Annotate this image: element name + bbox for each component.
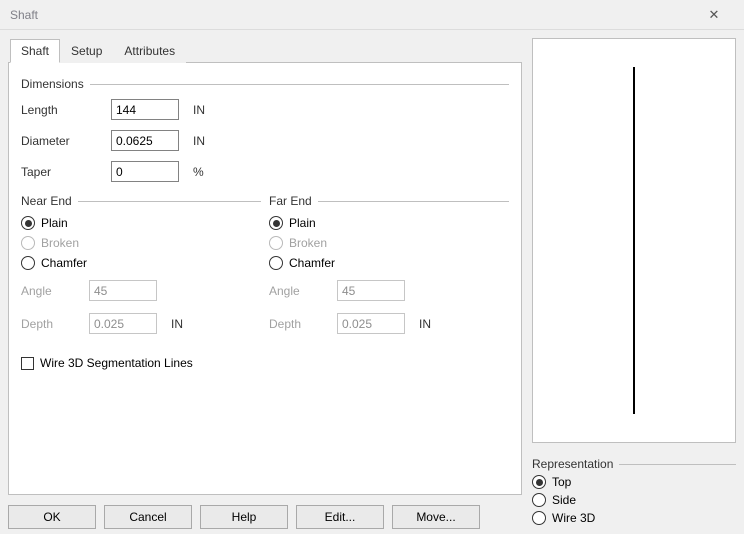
close-icon[interactable]: ✕: [694, 7, 734, 23]
radio-icon: [21, 216, 35, 230]
group-representation-label: Representation: [532, 457, 613, 471]
near-depth-input: [89, 313, 157, 334]
far-broken-label: Broken: [289, 236, 327, 250]
radio-icon: [532, 475, 546, 489]
near-chamfer-radio[interactable]: Chamfer: [21, 256, 261, 270]
far-depth-label: Depth: [269, 317, 329, 331]
divider: [619, 464, 736, 465]
ok-button-label: OK: [43, 510, 60, 524]
rep-wire3d-label: Wire 3D: [552, 511, 595, 525]
near-angle-label: Angle: [21, 284, 81, 298]
divider: [78, 201, 261, 202]
far-angle-label: Angle: [269, 284, 329, 298]
near-plain-radio[interactable]: Plain: [21, 216, 261, 230]
far-angle-input: [337, 280, 405, 301]
far-plain-label: Plain: [289, 216, 316, 230]
near-depth-unit: IN: [171, 317, 201, 331]
tab-attributes-label: Attributes: [124, 44, 175, 58]
tab-shaft-label: Shaft: [21, 44, 49, 58]
preview-pane: [532, 38, 736, 443]
near-plain-label: Plain: [41, 216, 68, 230]
wire3d-segmentation-checkbox[interactable]: Wire 3D Segmentation Lines: [21, 356, 509, 370]
rep-wire3d-radio[interactable]: Wire 3D: [532, 511, 736, 525]
taper-input[interactable]: [111, 161, 179, 182]
edit-button[interactable]: Edit...: [296, 505, 384, 529]
near-angle-input: [89, 280, 157, 301]
group-representation: Representation Top Side Wire 3D: [532, 453, 736, 529]
far-chamfer-label: Chamfer: [289, 256, 335, 270]
group-dimensions-label: Dimensions: [21, 77, 84, 91]
radio-icon: [269, 256, 283, 270]
radio-icon: [269, 236, 283, 250]
radio-icon: [532, 493, 546, 507]
group-far-end-label: Far End: [269, 194, 312, 208]
group-near-end-label: Near End: [21, 194, 72, 208]
tabbar: Shaft Setup Attributes: [8, 39, 522, 63]
move-button-label: Move...: [416, 510, 455, 524]
far-depth-input: [337, 313, 405, 334]
taper-label: Taper: [21, 165, 103, 179]
tab-setup[interactable]: Setup: [60, 39, 113, 63]
near-broken-radio: Broken: [21, 236, 261, 250]
radio-icon: [21, 256, 35, 270]
shaft-preview-line: [633, 67, 635, 414]
help-button[interactable]: Help: [200, 505, 288, 529]
tab-shaft[interactable]: Shaft: [10, 39, 60, 63]
help-button-label: Help: [232, 510, 257, 524]
far-plain-radio[interactable]: Plain: [269, 216, 509, 230]
far-depth-unit: IN: [419, 317, 449, 331]
button-bar: OK Cancel Help Edit... Move...: [8, 495, 522, 529]
near-chamfer-label: Chamfer: [41, 256, 87, 270]
radio-icon: [21, 236, 35, 250]
rep-top-label: Top: [552, 475, 571, 489]
rep-top-radio[interactable]: Top: [532, 475, 736, 489]
group-dimensions: Dimensions Length IN Diameter IN Taper %: [21, 77, 509, 182]
diameter-label: Diameter: [21, 134, 103, 148]
rep-side-radio[interactable]: Side: [532, 493, 736, 507]
near-depth-label: Depth: [21, 317, 81, 331]
cancel-button[interactable]: Cancel: [104, 505, 192, 529]
titlebar: Shaft ✕: [0, 0, 744, 30]
edit-button-label: Edit...: [325, 510, 356, 524]
divider: [318, 201, 509, 202]
radio-icon: [532, 511, 546, 525]
tabpanel-shaft: Dimensions Length IN Diameter IN Taper %: [8, 62, 522, 495]
rep-side-label: Side: [552, 493, 576, 507]
diameter-unit: IN: [193, 134, 223, 148]
far-broken-radio: Broken: [269, 236, 509, 250]
tab-attributes[interactable]: Attributes: [113, 39, 186, 63]
length-input[interactable]: [111, 99, 179, 120]
length-label: Length: [21, 103, 103, 117]
checkbox-icon: [21, 357, 34, 370]
wire3d-segmentation-label: Wire 3D Segmentation Lines: [40, 356, 193, 370]
diameter-input[interactable]: [111, 130, 179, 151]
tab-setup-label: Setup: [71, 44, 102, 58]
window-title: Shaft: [10, 8, 38, 22]
divider: [90, 84, 509, 85]
move-button[interactable]: Move...: [392, 505, 480, 529]
length-unit: IN: [193, 103, 223, 117]
near-broken-label: Broken: [41, 236, 79, 250]
cancel-button-label: Cancel: [129, 510, 166, 524]
radio-icon: [269, 216, 283, 230]
dialog-shaft: Shaft ✕ Shaft Setup Attributes Dimension…: [0, 0, 744, 534]
group-near-end: Near End Plain Broken Chamfer: [21, 190, 261, 334]
far-chamfer-radio[interactable]: Chamfer: [269, 256, 509, 270]
ok-button[interactable]: OK: [8, 505, 96, 529]
group-far-end: Far End Plain Broken Chamfer: [269, 190, 509, 334]
taper-unit: %: [193, 165, 223, 179]
